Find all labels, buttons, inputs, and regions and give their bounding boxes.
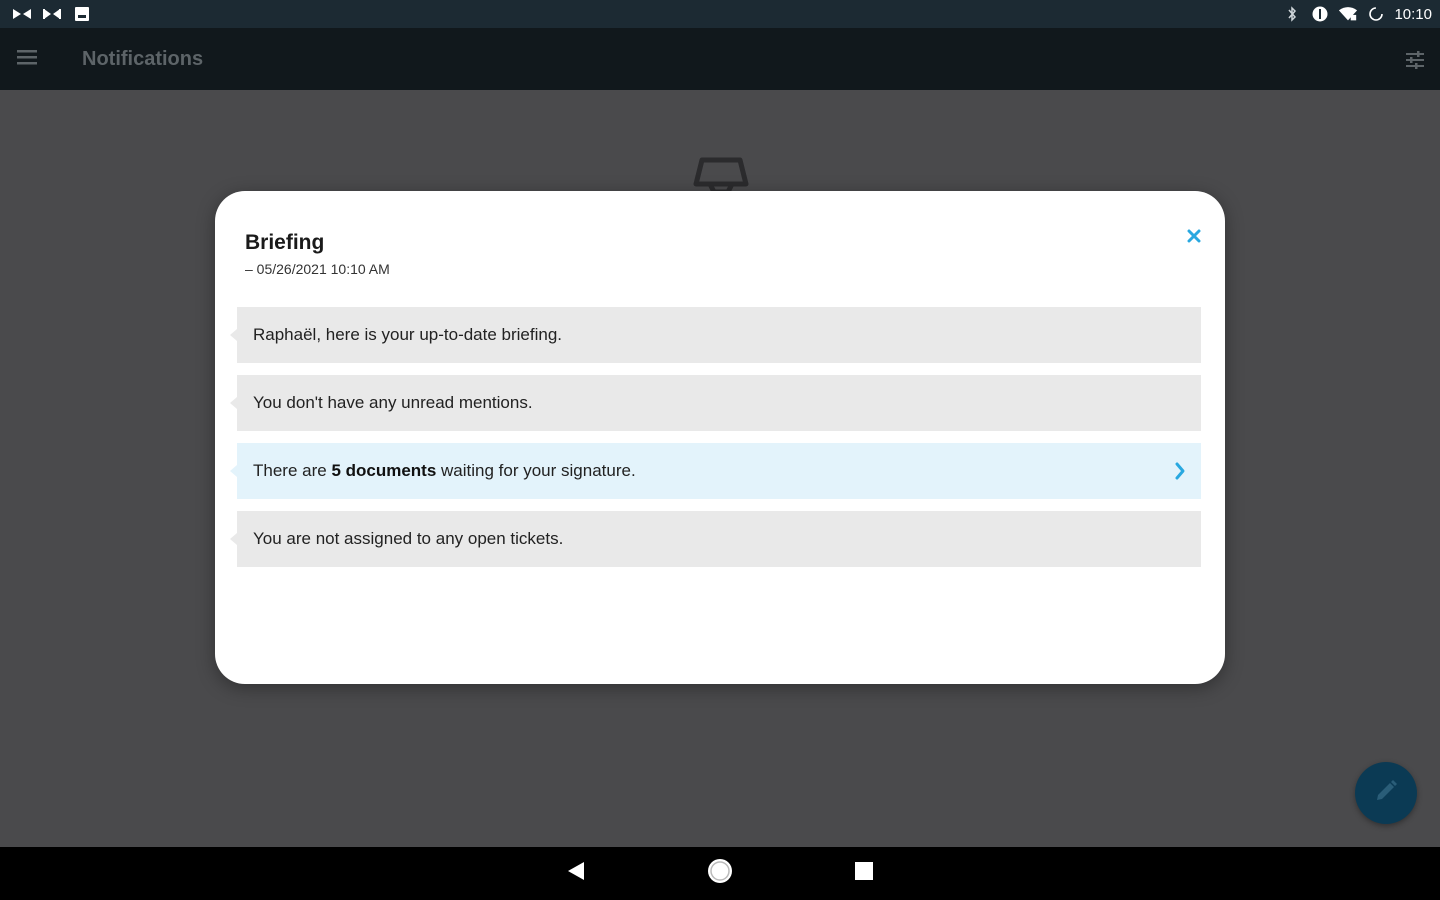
back-button[interactable] [559, 857, 593, 891]
recents-icon [854, 861, 874, 886]
briefing-item-document-count: 5 documents [331, 461, 437, 480]
briefing-item-documents[interactable]: There are 5 documents waiting for your s… [230, 443, 1201, 499]
filter-settings-icon [1404, 51, 1426, 75]
close-icon [1187, 229, 1201, 248]
briefing-item-greeting: Raphaël, here is your up-to-date briefin… [230, 307, 1201, 363]
app-bar: Notifications [0, 28, 1440, 90]
briefing-item-text: You are not assigned to any open tickets… [253, 529, 564, 548]
briefing-item-tickets: You are not assigned to any open tickets… [230, 511, 1201, 567]
page-title: Notifications [82, 47, 204, 70]
compose-fab-button[interactable] [1355, 762, 1417, 824]
system-nav-bar [0, 847, 1440, 900]
status-right-icons: 10:10 [1282, 6, 1440, 23]
home-button[interactable] [703, 857, 737, 891]
wifi-icon [1338, 6, 1358, 22]
status-bar: 10:10 [0, 0, 1440, 28]
media-icon [42, 6, 62, 22]
filter-settings-button[interactable] [1404, 49, 1426, 71]
briefing-item-text: You don't have any unread mentions. [253, 393, 533, 412]
briefing-list: Raphaël, here is your up-to-date briefin… [230, 307, 1201, 579]
briefing-item-mentions: You don't have any unread mentions. [230, 375, 1201, 431]
edit-pencil-icon [1373, 778, 1399, 809]
data-saver-icon [1310, 6, 1330, 22]
recents-button[interactable] [847, 857, 881, 891]
sync-icon [1366, 6, 1386, 22]
briefing-item-text-prefix: There are [253, 461, 332, 480]
dialog-title: Briefing [245, 231, 325, 254]
notification-icon [72, 6, 92, 22]
inbox-icon [690, 154, 752, 195]
home-icon [706, 857, 734, 890]
status-left-icons [0, 6, 92, 22]
media-icon [12, 6, 32, 22]
menu-button[interactable] [0, 28, 54, 90]
briefing-item-text: There are 5 documents waiting for your s… [253, 461, 636, 481]
status-time: 10:10 [1394, 5, 1432, 23]
dialog-timestamp: – 05/26/2021 10:10 AM [245, 261, 390, 277]
hamburger-menu-icon [17, 49, 37, 70]
bluetooth-icon [1282, 6, 1302, 22]
chevron-right-icon [1173, 460, 1187, 482]
briefing-item-text-suffix: waiting for your signature. [436, 461, 636, 480]
close-button[interactable] [1183, 227, 1205, 249]
briefing-item-text: Raphaël, here is your up-to-date briefin… [253, 325, 563, 344]
briefing-dialog: Briefing – 05/26/2021 10:10 AM Raphaël, … [215, 191, 1225, 684]
back-icon [566, 860, 586, 887]
